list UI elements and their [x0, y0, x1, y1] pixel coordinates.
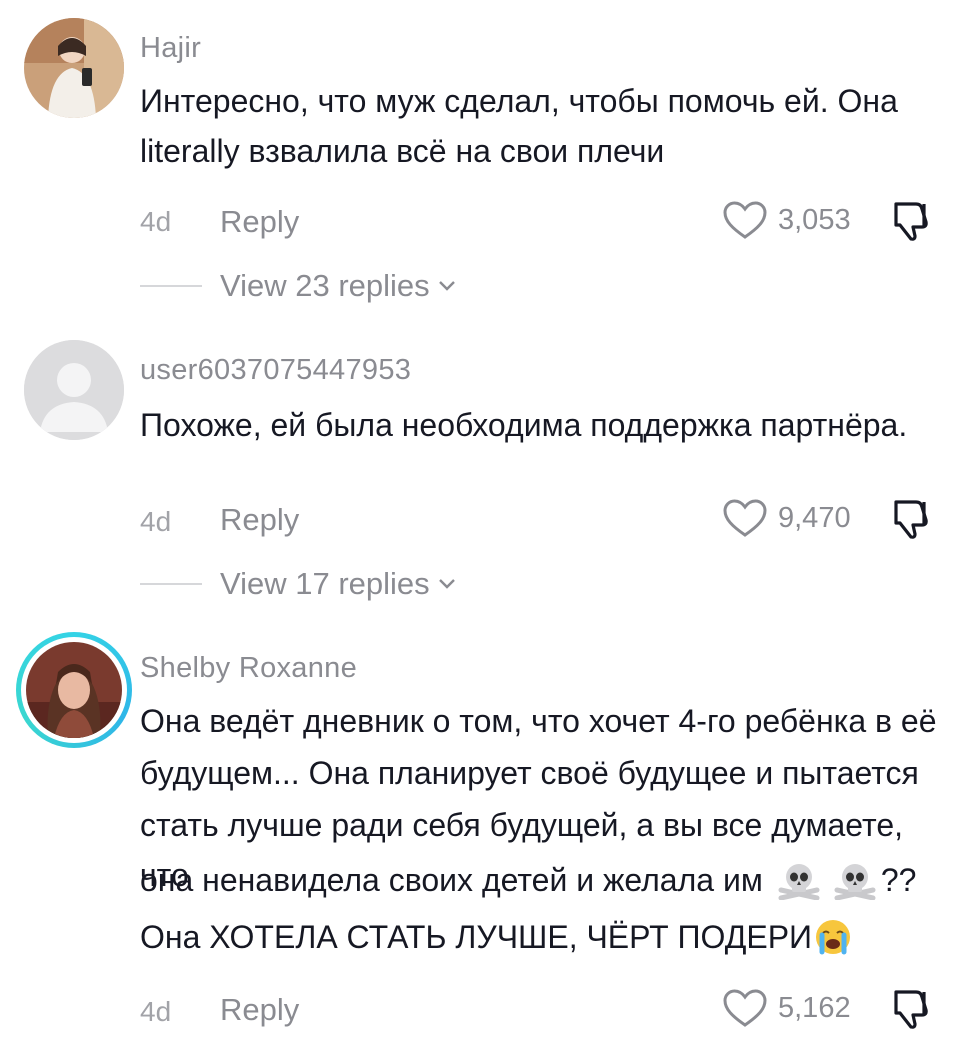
like-count: 3,053 [778, 203, 851, 236]
like-count: 5,162 [778, 991, 851, 1024]
heart-outline-icon [723, 499, 767, 537]
heart-outline-icon [723, 989, 767, 1027]
view-replies-label: View 23 replies [220, 268, 430, 303]
heart-outline-icon [723, 201, 767, 239]
loudly-crying-face-emoji [816, 920, 851, 955]
skull-crossbones-emoji [778, 864, 820, 900]
avatar [26, 642, 122, 738]
divider-line [140, 583, 202, 585]
comment-text: Похоже, ей была необходима поддержка пар… [140, 407, 908, 443]
chevron-down-icon [438, 579, 455, 589]
reply-button[interactable]: Reply [220, 502, 299, 538]
avatar-story-ring[interactable] [16, 632, 132, 748]
comment-time: 4d [140, 506, 172, 537]
comment-time: 4d [140, 206, 172, 237]
comment-text: Она ведёт дневник о том, что хочет 4-го … [140, 703, 937, 955]
username[interactable]: Shelby Roxanne [140, 654, 357, 683]
chevron-down-icon [438, 281, 455, 291]
comment-text: Интересно, что муж сделал, чтобы помочь … [140, 83, 898, 169]
comment-time: 4d [140, 996, 172, 1027]
divider-line [140, 285, 202, 287]
reply-button[interactable]: Reply [220, 992, 299, 1028]
like-button[interactable]: 3,053 [722, 200, 851, 240]
like-button[interactable]: 9,470 [722, 498, 851, 538]
skull-crossbones-emoji [834, 864, 876, 900]
reply-button[interactable]: Reply [220, 204, 299, 240]
username[interactable]: user6037075447953 [140, 356, 411, 385]
view-replies-button[interactable]: View 23 replies [140, 268, 456, 304]
thumbs-down-icon [894, 202, 928, 241]
dislike-button[interactable] [888, 986, 934, 1037]
thumbs-down-icon [894, 990, 928, 1029]
avatar[interactable] [24, 18, 124, 118]
avatar[interactable] [24, 340, 124, 440]
dislike-button[interactable] [888, 198, 934, 249]
view-replies-button[interactable]: View 17 replies [140, 566, 456, 602]
view-replies-label: View 17 replies [220, 566, 430, 601]
like-count: 9,470 [778, 501, 851, 534]
thumbs-down-icon [894, 500, 928, 539]
like-button[interactable]: 5,162 [722, 988, 851, 1028]
username[interactable]: Hajir [140, 34, 201, 63]
dislike-button[interactable] [888, 496, 934, 547]
